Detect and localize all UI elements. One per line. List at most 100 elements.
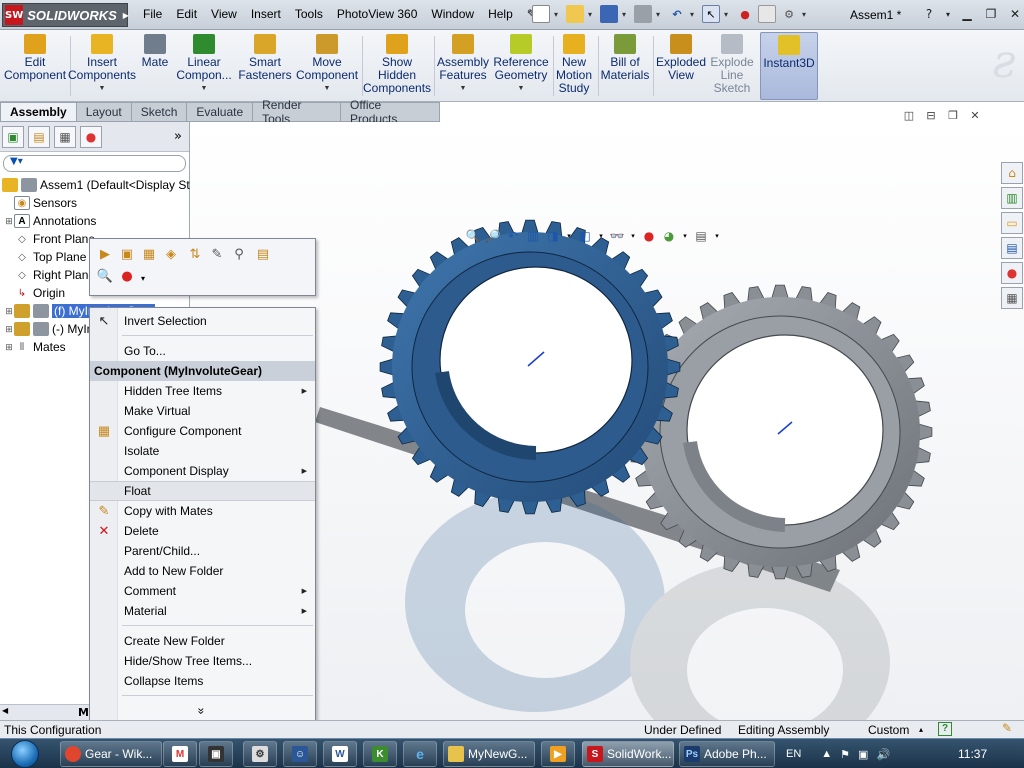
file-explorer-icon[interactable]: ▭	[1001, 212, 1023, 234]
menu-item-copy-with-mates[interactable]: ✎ Copy with Mates	[90, 501, 315, 521]
open-part-icon[interactable]: ▶	[96, 245, 114, 263]
taskbar-item-ie[interactable]: e	[403, 741, 437, 767]
menu-photoview[interactable]: PhotoView 360	[330, 7, 425, 21]
expand-plus-icon[interactable]: ⊞	[4, 324, 14, 335]
configuration-manager-tab-icon[interactable]: ▦	[54, 125, 76, 148]
taskbar-item-app7[interactable]: K	[363, 741, 397, 767]
taskbar-item-app5[interactable]: ☺	[283, 741, 317, 767]
language-indicator[interactable]: EN	[786, 748, 801, 760]
expand-plus-icon[interactable]: ⊞	[4, 306, 14, 317]
undo-icon[interactable]: ↶	[668, 5, 686, 23]
linear-component-pattern-button[interactable]: Linear Compon... ▼	[174, 32, 234, 100]
solidworks-logo-button[interactable]: SW SOLIDWORKS ▶	[2, 3, 129, 27]
configure-component-icon[interactable]: ▤	[254, 245, 272, 263]
dropdown-arrow-icon[interactable]: ▼	[518, 82, 525, 95]
print-icon[interactable]	[634, 5, 652, 23]
solidworks-resources-home-icon[interactable]: ⌂	[1001, 162, 1023, 184]
taskbar-item-gmail[interactable]: M	[163, 741, 197, 767]
open-dropdown-icon[interactable]: ▾	[588, 5, 596, 23]
display-manager-tab-icon[interactable]: ●	[80, 125, 102, 148]
edit-part-icon[interactable]: ▣	[118, 245, 136, 263]
taskbar-item-app4[interactable]: ⚙	[243, 741, 277, 767]
hide-show-dropdown-icon[interactable]: ▾	[629, 228, 637, 244]
viewport-restore-icon[interactable]: ❐	[946, 108, 960, 122]
zoom-to-fit-icon[interactable]: 🔍	[465, 228, 481, 244]
menu-item-float[interactable]: Float	[90, 481, 315, 501]
feature-tree-tab-icon[interactable]: ▣	[2, 125, 24, 148]
menu-edit[interactable]: Edit	[169, 7, 204, 21]
options-gear-icon[interactable]: ⚙	[780, 5, 798, 23]
change-transparency-icon[interactable]: ⇅	[186, 245, 204, 263]
menu-item-material[interactable]: Material ▶	[90, 601, 315, 621]
viewport-split-icon[interactable]: ◫	[902, 108, 916, 122]
component-properties-icon[interactable]: ▦	[140, 245, 158, 263]
view-orientation-icon[interactable]: ◨	[545, 228, 561, 244]
show-hidden-components-button[interactable]: Show Hidden Components	[363, 32, 431, 100]
bottom-tab-model[interactable]: M	[78, 706, 89, 719]
menu-file[interactable]: File	[136, 7, 169, 21]
hide-show-items-icon[interactable]: 👓	[609, 228, 625, 244]
menu-expand-more[interactable]: »	[90, 701, 315, 721]
smart-mates-icon[interactable]: ⚲	[230, 245, 248, 263]
menu-item-delete[interactable]: ✕ Delete	[90, 521, 315, 541]
apply-scene-dropdown-icon[interactable]: ▾	[681, 228, 689, 244]
dropdown-arrow-icon[interactable]: ▼	[201, 82, 208, 95]
mate-paperclip-icon[interactable]: ✎	[208, 245, 226, 263]
menu-tools[interactable]: Tools	[288, 7, 330, 21]
smart-fasteners-button[interactable]: Smart Fasteners	[236, 32, 294, 100]
new-document-icon[interactable]	[532, 5, 550, 23]
edit-appearance-icon[interactable]: ●	[641, 228, 657, 244]
minimize-icon[interactable]: ▁	[958, 5, 976, 23]
tree-item-sensors[interactable]: ◉ Sensors	[4, 194, 77, 212]
display-style-icon[interactable]: ◧	[577, 228, 593, 244]
view-palette-icon[interactable]: ▤	[1001, 237, 1023, 259]
mate-button[interactable]: Mate	[136, 32, 174, 100]
menu-view[interactable]: View	[204, 7, 244, 21]
new-dropdown-icon[interactable]: ▾	[554, 5, 562, 23]
tree-item-mates[interactable]: ⊞ ⫴ Mates	[4, 338, 65, 356]
select-pointer-icon[interactable]: ↖	[702, 5, 720, 23]
edit-component-button[interactable]: Edit Component	[4, 32, 66, 100]
tree-filter-input[interactable]: ▼▾	[3, 155, 186, 172]
undo-dropdown-icon[interactable]: ▾	[690, 5, 698, 23]
tray-expand-icon[interactable]: ▲	[821, 748, 832, 760]
tree-item-origin[interactable]: ↳ Origin	[4, 284, 65, 302]
menu-item-collapse-items[interactable]: Collapse Items	[90, 671, 315, 691]
tab-office-products[interactable]: Office Products	[341, 98, 440, 126]
viewport-close-icon[interactable]: ✕	[968, 108, 982, 122]
menu-item-invert-selection[interactable]: ↖ Invert Selection	[90, 311, 315, 331]
sound-icon[interactable]: 🔊	[876, 748, 890, 761]
design-library-icon[interactable]: ▥	[1001, 187, 1023, 209]
restore-icon[interactable]: ❐	[982, 5, 1000, 23]
tree-item-front-plane[interactable]: ◇ Front Plane	[4, 230, 95, 248]
menu-item-comment[interactable]: Comment ▶	[90, 581, 315, 601]
taskbar-item-explorer[interactable]: MyNewG...	[443, 741, 535, 767]
rebuild-traffic-light-icon[interactable]: ●	[736, 5, 754, 23]
tab-render-tools[interactable]: Render Tools	[253, 98, 342, 126]
taskbar-item-photoshop[interactable]: Ps Adobe Ph...	[679, 741, 775, 767]
display-style-dropdown-icon[interactable]: ▾	[597, 228, 605, 244]
move-component-button[interactable]: Move Component ▼	[296, 32, 358, 100]
file-properties-icon[interactable]	[758, 5, 776, 23]
tab-assembly[interactable]: Assembly	[0, 102, 77, 122]
units-dropdown-icon[interactable]: ▴	[919, 725, 923, 734]
taskbar-item-app3[interactable]: ▣	[199, 741, 233, 767]
taskbar-clock[interactable]: 11:37	[958, 747, 987, 761]
open-folder-icon[interactable]	[566, 5, 584, 23]
insert-components-button[interactable]: Insert Components ▼	[68, 32, 136, 100]
assembly-features-button[interactable]: Assembly Features ▼	[436, 32, 490, 100]
section-view-icon[interactable]: ▥	[525, 228, 541, 244]
menu-item-configure-component[interactable]: ▦ Configure Component	[90, 421, 315, 441]
viewport-minimize-icon[interactable]: ⊟	[924, 108, 938, 122]
help-status-icon[interactable]: ?	[938, 722, 952, 736]
hide-components-icon[interactable]: ◈	[162, 245, 180, 263]
appearances-scenes-icon[interactable]: ●	[1001, 262, 1023, 284]
previous-view-icon[interactable]: ↶	[505, 228, 521, 244]
menu-item-hide-show-tree-items[interactable]: Hide/Show Tree Items...	[90, 651, 315, 671]
view-settings-icon[interactable]: ▤	[693, 228, 709, 244]
zoom-to-selection-icon[interactable]: 🔍	[96, 267, 114, 285]
menu-item-isolate[interactable]: Isolate	[90, 441, 315, 461]
menu-item-hidden-tree-items[interactable]: Hidden Tree Items ▶	[90, 381, 315, 401]
menu-item-create-new-folder[interactable]: Create New Folder	[90, 631, 315, 651]
bill-of-materials-button[interactable]: Bill of Materials	[600, 32, 650, 100]
